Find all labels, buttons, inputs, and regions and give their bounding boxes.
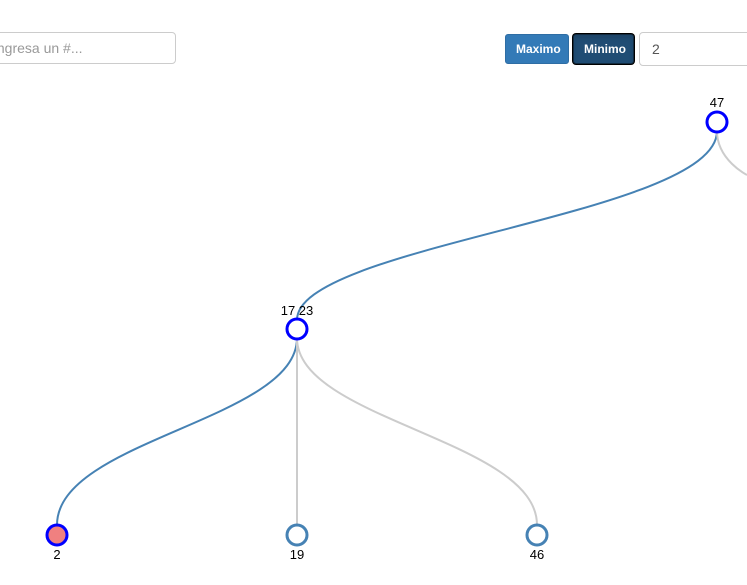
tree-node-leaf-2[interactable]: 2	[45, 523, 69, 562]
node-circle[interactable]	[45, 523, 69, 547]
node-circle[interactable]	[705, 110, 729, 134]
node-label: 47	[710, 95, 724, 110]
node-label: 46	[530, 547, 544, 562]
tree-canvas: 47 17 23 2 19 46	[45, 95, 747, 562]
tree-link-middle-leaf-46	[296, 337, 538, 526]
tree-node-middle[interactable]: 17 23	[281, 303, 314, 341]
node-circle[interactable]	[285, 317, 309, 341]
tree-node-leaf-46[interactable]: 46	[525, 523, 549, 562]
tree-node-leaf-19[interactable]: 19	[285, 523, 309, 562]
tree-link-middle-leaf-2	[56, 337, 298, 526]
node-label: 2	[53, 547, 60, 562]
node-circle[interactable]	[285, 523, 309, 547]
tree-link-root-right	[716, 130, 747, 176]
node-label: 19	[290, 547, 304, 562]
tree-node-root[interactable]: 47	[705, 95, 729, 134]
node-circle[interactable]	[525, 523, 549, 547]
page: Maximo Minimo 47 17 23 2 19	[0, 0, 747, 585]
tree-link-root-middle	[296, 130, 718, 321]
node-label: 17 23	[281, 303, 314, 318]
